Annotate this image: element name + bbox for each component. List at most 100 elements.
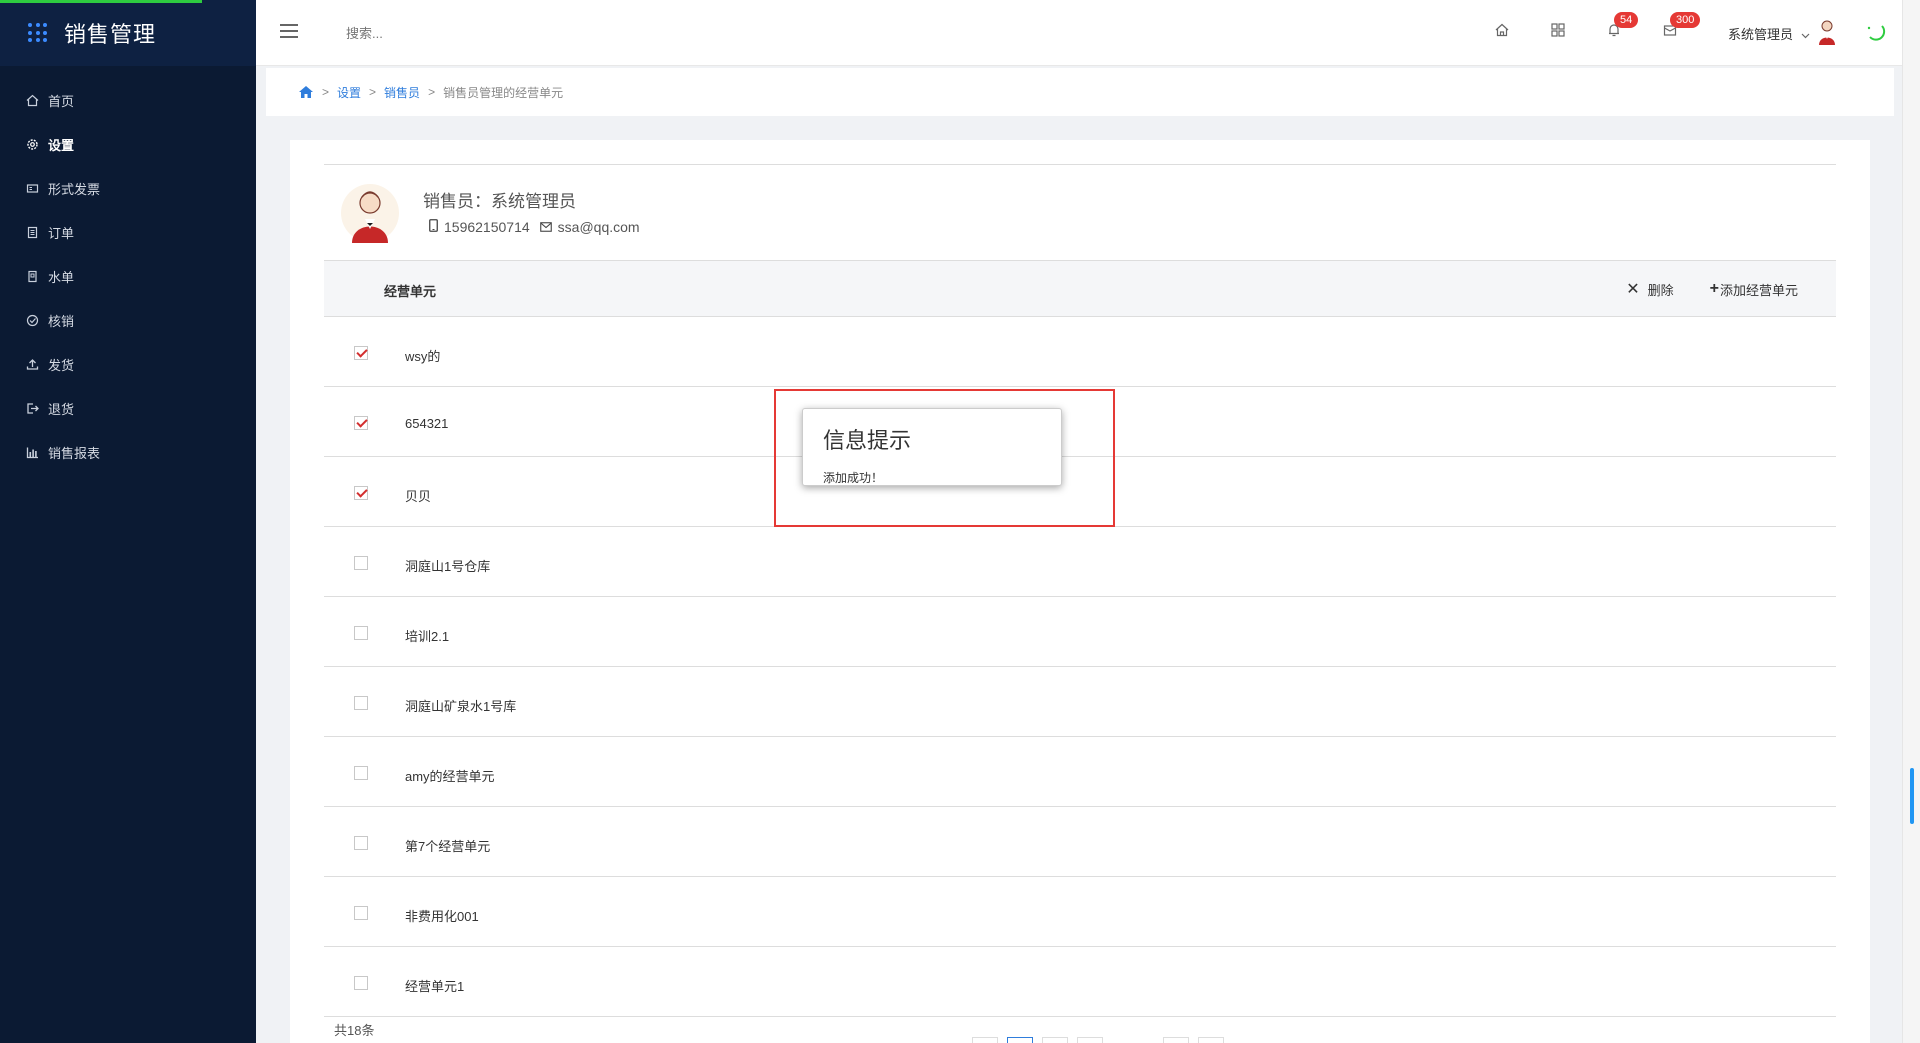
table-row: 洞庭山1号仓库 <box>324 527 1836 597</box>
app-title: 销售管理 <box>64 22 157 47</box>
row-label: 654321 <box>405 416 449 431</box>
page-next-button[interactable] <box>1198 1037 1224 1043</box>
mail-icon <box>539 220 552 235</box>
table-row: 非费用化001 <box>324 877 1836 947</box>
breadcrumb-settings[interactable]: 设置 <box>337 84 361 101</box>
table-row: wsy的 <box>324 317 1836 387</box>
notification-badge: 54 <box>1614 12 1639 28</box>
row-label: 第7个经营单元 <box>405 839 491 854</box>
page-button-current[interactable] <box>1007 1037 1033 1043</box>
menu-toggle-icon[interactable] <box>280 24 298 38</box>
mail-icon[interactable]: 300 <box>1660 12 1701 42</box>
row-checkbox[interactable] <box>354 556 368 570</box>
breadcrumb-salesperson[interactable]: 销售员 <box>384 84 420 101</box>
user-name: 系统管理员 <box>1728 27 1794 42</box>
invoice-icon <box>25 181 39 195</box>
row-label: wsy的 <box>405 349 441 364</box>
table-actions: ✕ 删除 + 添加经营单元 <box>1590 279 1798 299</box>
breadcrumb-separator: > <box>428 85 436 99</box>
close-icon: ✕ <box>1626 281 1640 298</box>
row-checkbox[interactable] <box>354 836 368 850</box>
sidebar-item-settings[interactable]: 设置 <box>0 122 256 166</box>
sidebar-item-label: 销售报表 <box>48 445 101 461</box>
email-address: ssa@qq.com <box>557 219 640 235</box>
apps-grid-icon[interactable] <box>1548 22 1568 42</box>
chevron-down-icon <box>1801 27 1810 42</box>
receipt-icon <box>25 269 39 283</box>
sidebar-item-label: 水单 <box>48 269 75 285</box>
add-label: 添加经营单元 <box>1719 282 1798 298</box>
search-input[interactable] <box>346 22 646 44</box>
main-panel: 销售员：系统管理员 15962150714 ssa@qq.com 经营单元 ✕ <box>290 140 1870 1043</box>
bell-icon[interactable]: 54 <box>1604 12 1639 42</box>
sidebar-item-receipts[interactable]: 水单 <box>0 254 256 298</box>
info-dialog: 信息提示 添加成功！ <box>802 408 1062 486</box>
page-button[interactable] <box>1042 1037 1068 1043</box>
upload-icon <box>25 357 39 371</box>
loading-progress-bar <box>0 0 202 3</box>
return-icon <box>25 401 39 415</box>
dialog-message: 添加成功！ <box>823 471 884 485</box>
sidebar-item-returns[interactable]: 退货 <box>0 386 256 430</box>
dialog-title: 信息提示 <box>823 428 912 453</box>
row-checkbox[interactable] <box>354 416 368 430</box>
table-row: amy的经营单元 <box>324 737 1836 807</box>
sidebar-item-label: 形式发票 <box>48 181 101 197</box>
pagination <box>972 1037 1233 1043</box>
vertical-scrollbar[interactable] <box>1902 0 1920 1043</box>
user-menu[interactable]: 系统管理员 <box>1728 24 1810 43</box>
table-header: 经营单元 ✕ 删除 + 添加经营单元 <box>324 261 1836 317</box>
sidebar-item-label: 核销 <box>48 313 75 329</box>
sidebar-item-label: 订单 <box>48 225 75 241</box>
sidebar-item-label: 发货 <box>48 357 75 373</box>
total-count: 共18条 <box>334 1023 375 1038</box>
table-row: 培训2.1 <box>324 597 1836 667</box>
user-avatar-icon[interactable] <box>1816 18 1838 46</box>
gear-icon <box>25 137 39 151</box>
message-badge: 300 <box>1670 12 1701 28</box>
sidebar-item-home[interactable]: 首页 <box>0 78 256 122</box>
breadcrumb-separator: > <box>322 85 330 99</box>
row-label: 培训2.1 <box>405 629 450 644</box>
check-circle-icon <box>25 313 39 327</box>
phone-number: 15962150714 <box>444 219 530 235</box>
bar-chart-icon <box>25 445 39 459</box>
row-checkbox[interactable] <box>354 696 368 710</box>
email-group: ssa@qq.com <box>539 219 640 235</box>
sidebar: 销售管理 首页 设置 形式发票 订单 水单 核销 发货 退货 销售报表 <box>0 0 256 1043</box>
phone-icon <box>429 219 438 235</box>
breadcrumb-home-icon[interactable] <box>298 85 314 99</box>
sidebar-item-label: 退货 <box>48 401 75 417</box>
page-button[interactable] <box>1163 1037 1189 1043</box>
row-checkbox[interactable] <box>354 906 368 920</box>
row-label: 非费用化001 <box>405 909 479 924</box>
row-label: 贝贝 <box>405 489 432 504</box>
salesperson-profile: 销售员：系统管理员 15962150714 ssa@qq.com <box>324 165 1836 261</box>
sidebar-item-orders[interactable]: 订单 <box>0 210 256 254</box>
row-checkbox[interactable] <box>354 346 368 360</box>
header-actions: 54 300 系统管理员 <box>1442 0 1902 66</box>
row-checkbox[interactable] <box>354 976 368 990</box>
add-business-unit-button[interactable]: + 添加经营单元 <box>1710 280 1798 299</box>
row-checkbox[interactable] <box>354 486 368 500</box>
sidebar-item-shipping[interactable]: 发货 <box>0 342 256 386</box>
order-icon <box>25 225 39 239</box>
sidebar-item-writeoff[interactable]: 核销 <box>0 298 256 342</box>
sidebar-item-sales-report[interactable]: 销售报表 <box>0 430 256 474</box>
delete-label: 删除 <box>1647 282 1674 298</box>
scrollbar-thumb[interactable] <box>1910 768 1914 824</box>
table-row: 第7个经营单元 <box>324 807 1836 877</box>
refresh-icon[interactable] <box>1864 20 1886 42</box>
sidebar-item-label: 设置 <box>48 137 75 153</box>
row-checkbox[interactable] <box>354 626 368 640</box>
sidebar-item-proforma-invoice[interactable]: 形式发票 <box>0 166 256 210</box>
page-prev-button[interactable] <box>972 1037 998 1043</box>
home-icon[interactable] <box>1492 22 1512 42</box>
app-grid-icon <box>28 23 48 43</box>
row-checkbox[interactable] <box>354 766 368 780</box>
delete-button[interactable]: ✕ 删除 <box>1626 279 1673 299</box>
sidebar-item-label: 首页 <box>48 93 75 109</box>
home-icon <box>25 93 39 107</box>
page-button[interactable] <box>1077 1037 1103 1043</box>
breadcrumb-separator: > <box>369 85 377 99</box>
